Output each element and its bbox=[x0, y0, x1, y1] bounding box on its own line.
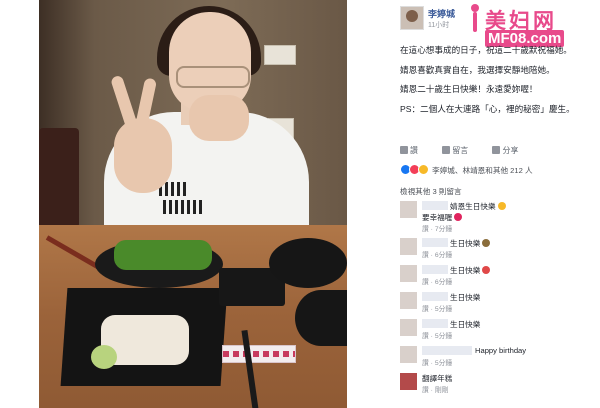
comment-author-redacted[interactable] bbox=[422, 238, 448, 247]
comment-meta: 讚 · 剛剛 bbox=[422, 387, 449, 394]
heart-emoji-icon bbox=[454, 213, 463, 221]
comment-meta: 讚 · 6分鐘 bbox=[422, 279, 453, 286]
comment-like-link[interactable]: 讚 bbox=[422, 279, 429, 286]
comment-avatar[interactable] bbox=[400, 373, 417, 390]
comment-avatar[interactable] bbox=[400, 292, 417, 309]
author-avatar[interactable] bbox=[400, 6, 424, 30]
photo-pickle-green bbox=[91, 345, 117, 369]
comment-button[interactable]: 留言 bbox=[442, 146, 468, 155]
comment-text: Happy birthday bbox=[475, 346, 527, 355]
comment-meta: 讚 · 5分鐘 bbox=[422, 333, 453, 340]
haha-icon bbox=[418, 164, 429, 175]
comment-like-link[interactable]: 讚 bbox=[422, 226, 429, 233]
comment-meta: 讚 · 5分鐘 bbox=[422, 360, 453, 367]
comment-like-link[interactable]: 讚 bbox=[422, 252, 429, 259]
comment-meta: 讚 · 7分鐘 bbox=[422, 226, 453, 233]
photo-glasses bbox=[176, 66, 250, 88]
comment-text: 婧恩生日快樂 bbox=[450, 201, 506, 212]
comment-text: 生日快樂 bbox=[450, 293, 481, 302]
comment-meta: 讚 · 5分鐘 bbox=[422, 306, 453, 313]
reactions-bar[interactable]: 李婷城、林靖恩和其他 212 人 bbox=[400, 164, 600, 176]
comment-meta: 讚 · 6分鐘 bbox=[422, 252, 453, 259]
photo-chair bbox=[39, 128, 79, 228]
comment-author-redacted[interactable] bbox=[422, 265, 448, 274]
photo-hand bbox=[189, 95, 249, 141]
comment-avatar[interactable] bbox=[400, 201, 417, 218]
post-timestamp[interactable]: 11小时 bbox=[428, 20, 449, 30]
share-button[interactable]: 分享 bbox=[492, 146, 518, 155]
post-panel: 李婷城 11小时 美妇网 MF08.com 在這心想事成的日子，祝這二十歲默祝福… bbox=[397, 0, 600, 408]
post-paragraph: 婧恩二十歲生日快樂！永遠愛妳喔！ bbox=[400, 84, 538, 94]
gift-emoji-icon bbox=[482, 266, 491, 274]
post-body: 在這心想事成的日子，祝這二十歲默祝福她。 婧恩喜歡真實自在，我選擇安靜地陪她。 … bbox=[400, 44, 600, 122]
comment-text: 生日快樂 bbox=[450, 265, 491, 276]
photo-chopstick-wrapper bbox=[222, 345, 296, 363]
comment-avatar[interactable] bbox=[400, 265, 417, 282]
comment-avatar[interactable] bbox=[400, 346, 417, 363]
comment-avatar[interactable] bbox=[400, 319, 417, 336]
cake-emoji-icon bbox=[482, 239, 491, 247]
smile-emoji-icon bbox=[497, 202, 506, 210]
comment-text: 生日快樂 bbox=[450, 320, 481, 329]
comment-like-link[interactable]: 讚 bbox=[422, 333, 429, 340]
post-paragraph: 婧恩喜歡真實自在，我選擇安靜地陪她。 bbox=[400, 64, 555, 75]
comment-like-link[interactable]: 讚 bbox=[422, 387, 429, 394]
thumbs-up-icon bbox=[400, 146, 408, 154]
photo-bowl bbox=[269, 238, 347, 288]
reactions-summary[interactable]: 李婷城、林靖恩和其他 212 人 bbox=[432, 166, 532, 175]
comment-author-redacted[interactable] bbox=[422, 319, 448, 328]
photo-cucumbers bbox=[114, 240, 212, 270]
share-icon bbox=[492, 146, 501, 154]
comment-text: 生日快樂 bbox=[450, 238, 491, 249]
comment-text: 翻譯年糕 bbox=[422, 374, 453, 383]
comment-like-link[interactable]: 讚 bbox=[422, 360, 429, 367]
comment-like-link[interactable]: 讚 bbox=[422, 306, 429, 313]
post-paragraph: 在這心想事成的日子，祝這二十歲默祝福她。 bbox=[400, 45, 572, 55]
like-button[interactable]: 讚 bbox=[400, 146, 418, 155]
comment-author-redacted[interactable] bbox=[422, 201, 448, 210]
post-paragraph: PS：二個人在大連路「心，裡的秘密」慶生。 bbox=[400, 103, 575, 114]
comment-author-redacted[interactable] bbox=[422, 346, 472, 355]
photo-bowl bbox=[295, 290, 347, 346]
comment-avatar[interactable] bbox=[400, 238, 417, 255]
watermark-figure-icon bbox=[468, 4, 482, 34]
post-actions: 讚 留言 分享 bbox=[400, 145, 600, 156]
post-photo[interactable] bbox=[39, 0, 347, 408]
comment-text-line2: 要幸福喔 bbox=[422, 212, 463, 223]
photo-light-switch bbox=[264, 45, 296, 65]
view-more-comments-link[interactable]: 檢視其他 3 則留言 bbox=[400, 186, 462, 197]
comment-icon bbox=[442, 146, 451, 154]
photo-shirt-print bbox=[157, 180, 267, 220]
comment-author-redacted[interactable] bbox=[422, 292, 448, 301]
author-name[interactable]: 李婷城 bbox=[428, 7, 455, 20]
